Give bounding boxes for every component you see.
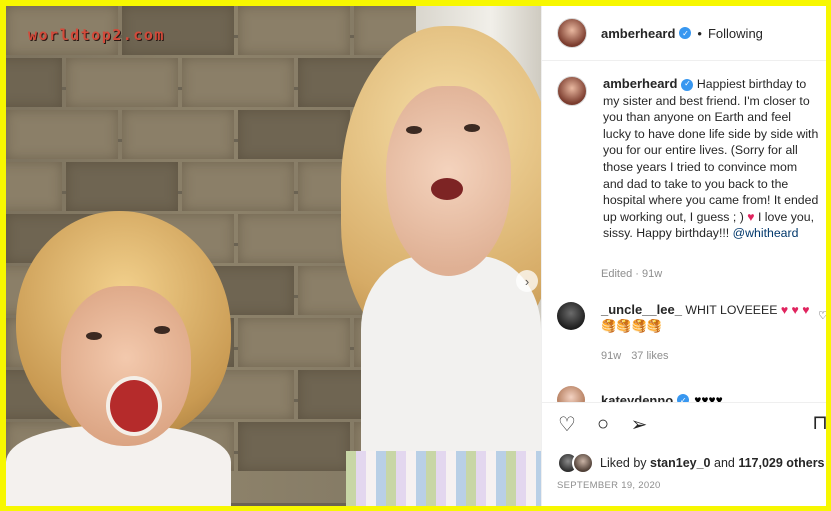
- avatar: [572, 452, 594, 474]
- post-photo[interactable]: worldtop2.com ›: [6, 6, 541, 506]
- post-sidebar: amberheard ✓ • Following amberheard ✓ Hap…: [541, 6, 826, 506]
- striped-skirt: [346, 451, 541, 506]
- eye: [86, 332, 102, 340]
- post-header: amberheard ✓ • Following: [542, 6, 826, 61]
- comment-likes-link[interactable]: 37 likes: [631, 350, 668, 362]
- mention-link[interactable]: @whitheard: [733, 226, 799, 240]
- following-button[interactable]: Following: [708, 26, 763, 41]
- likes-summary: Liked by stan1ey_0 and 117,029 others: [557, 452, 825, 474]
- caption-text: amberheard ✓ Happiest birthday to my sist…: [603, 76, 819, 242]
- eye: [406, 126, 422, 134]
- avatar[interactable]: [557, 302, 585, 330]
- like-icon[interactable]: ♡: [555, 412, 579, 436]
- caption-body: Happiest birthday to my sister and best …: [603, 77, 819, 224]
- verified-badge-icon: ✓: [681, 78, 694, 91]
- eye: [154, 326, 170, 334]
- next-photo-button[interactable]: ›: [516, 270, 538, 292]
- older-child-mouth: [431, 178, 463, 200]
- verified-badge-icon: ✓: [679, 27, 692, 39]
- edited-timestamp: Edited · 91w: [601, 268, 663, 280]
- likes-and: and: [714, 456, 735, 470]
- action-bar: ♡ ○ ➢: [542, 402, 826, 445]
- comment: _uncle__lee_ WHIT LOVEEEE ♥ ♥ ♥ 🥞🥞🥞🥞: [557, 302, 825, 334]
- comment-icon[interactable]: ○: [591, 412, 615, 436]
- chevron-right-icon: ›: [524, 273, 530, 289]
- comment-text: WHIT LOVEEEE: [685, 303, 778, 317]
- liker-username-link[interactable]: stan1ey_0: [650, 456, 710, 470]
- comment-meta: 91w 37 likes: [601, 350, 668, 362]
- older-child-shirt: [361, 256, 541, 466]
- likes-prefix: Liked by: [600, 456, 647, 470]
- likes-others-link[interactable]: 117,029 others: [738, 456, 824, 470]
- header-username[interactable]: amberheard: [601, 26, 675, 41]
- watermark: worldtop2.com: [28, 26, 165, 44]
- comment-age: 91w: [601, 350, 622, 362]
- eye: [464, 124, 480, 132]
- younger-child-mouth: [106, 376, 162, 436]
- comment-username[interactable]: _uncle__lee_: [601, 302, 682, 317]
- heart-emoji-icon: ♥: [747, 209, 755, 224]
- caption-username[interactable]: amberheard: [603, 76, 677, 91]
- post-date[interactable]: SEPTEMBER 19, 2020: [557, 480, 661, 491]
- save-icon[interactable]: ⊓: [808, 410, 826, 434]
- separator-dot: •: [697, 25, 702, 41]
- avatar[interactable]: [557, 18, 587, 48]
- share-icon[interactable]: ➢: [627, 412, 651, 436]
- avatar[interactable]: [557, 76, 587, 106]
- caption: amberheard ✓ Happiest birthday to my sist…: [557, 76, 819, 242]
- comment-like-icon[interactable]: ♡: [818, 309, 826, 322]
